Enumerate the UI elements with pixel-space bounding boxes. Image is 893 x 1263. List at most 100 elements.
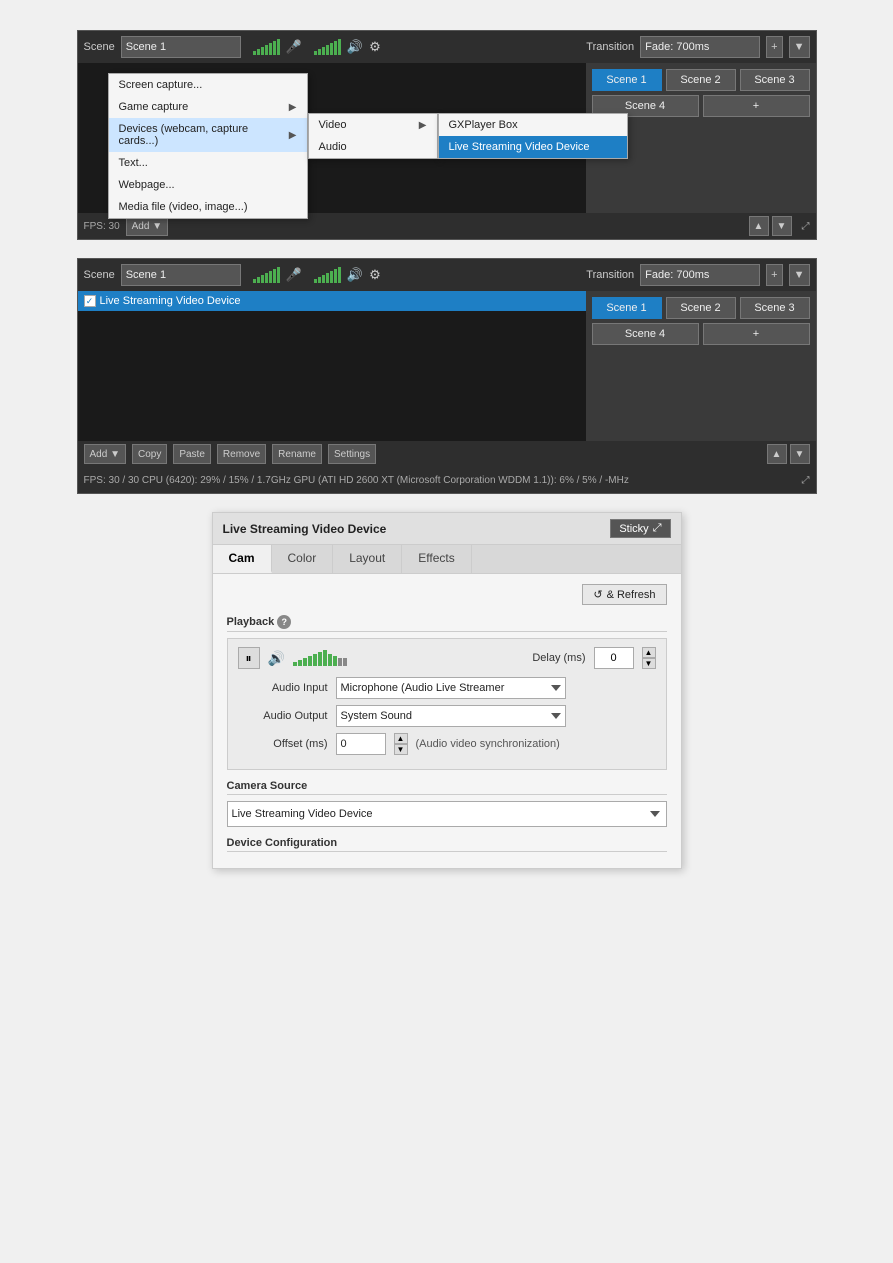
delay-label: Delay (ms): [532, 652, 585, 664]
settings-icon-1[interactable]: ⚙: [369, 39, 381, 55]
tab-color[interactable]: Color: [272, 545, 334, 573]
sources-copy-btn[interactable]: Copy: [132, 444, 167, 464]
add-source-btn-1[interactable]: Add ▼: [126, 216, 168, 236]
source-name: Live Streaming Video Device: [100, 295, 241, 307]
volume-icon-1: 🔊: [347, 39, 363, 55]
scene-add-btn[interactable]: +: [703, 95, 810, 117]
scene-row-4: Scene 4 +: [592, 323, 810, 345]
props-body: ↺ & Refresh Playback ? ⏸ 🔊: [213, 574, 681, 868]
scene-name-input-1[interactable]: [121, 36, 241, 58]
delay-down-btn[interactable]: ▼: [642, 658, 656, 669]
transition-add-btn-2[interactable]: +: [766, 264, 782, 286]
submenu-video-item[interactable]: Video ▶: [309, 114, 437, 136]
transition-menu-btn-2[interactable]: ▼: [789, 264, 810, 286]
sources-add-btn[interactable]: Add ▼: [84, 444, 126, 464]
volume-bars: [293, 650, 347, 666]
scene-btn-2[interactable]: Scene 2: [666, 69, 736, 91]
refresh-label: & Refresh: [607, 589, 656, 601]
audio-output-label: Audio Output: [238, 710, 328, 722]
settings-icon-2[interactable]: ⚙: [369, 267, 381, 283]
offset-input[interactable]: [336, 733, 386, 755]
transition-menu-btn-1[interactable]: ▼: [789, 36, 810, 58]
sources-settings-btn[interactable]: Settings: [328, 444, 376, 464]
tab-cam[interactable]: Cam: [213, 545, 272, 573]
transition-label-2: Transition: [586, 269, 634, 281]
delay-up-btn[interactable]: ▲: [642, 647, 656, 658]
context-menu: Screen capture... Game capture ▶ Devices…: [108, 73, 308, 219]
scene2-btn-1[interactable]: Scene 1: [592, 297, 662, 319]
source-down-btn-1[interactable]: ▼: [772, 216, 792, 236]
sources-up-btn[interactable]: ▲: [767, 444, 787, 464]
offset-label: Offset (ms): [238, 738, 328, 750]
camera-source-divider: Camera Source: [227, 780, 667, 795]
device-gxplayer[interactable]: GXPlayer Box: [439, 114, 627, 136]
device-live-streaming[interactable]: Live Streaming Video Device: [439, 136, 627, 158]
context-media[interactable]: Media file (video, image...): [109, 196, 307, 218]
scene-btn-3[interactable]: Scene 3: [740, 69, 810, 91]
page-container: Scene 🎤 🔊 ⚙ Transition + ▼: [0, 0, 893, 899]
mic-icon-2: 🎤: [286, 267, 302, 283]
playback-help-icon[interactable]: ?: [277, 615, 291, 629]
transition-label-1: Transition: [586, 41, 634, 53]
offset-up-btn[interactable]: ▲: [394, 733, 408, 744]
source-checkbox[interactable]: ✓: [84, 295, 96, 307]
offset-spinner: ▲ ▼: [394, 733, 408, 755]
sticky-btn[interactable]: Sticky ⤢: [610, 519, 670, 538]
audio-output-wrapper: System Sound: [336, 705, 656, 727]
playback-controls: ⏸ 🔊 Delay (ms) ▲ ▼: [238, 647, 656, 669]
delay-spinner: ▲ ▼: [642, 647, 656, 669]
signal-bars-2: [314, 39, 341, 55]
obs-footer-2: FPS: 30 / 30 CPU (6420): 29% / 15% / 1.7…: [78, 467, 816, 493]
props-header: Live Streaming Video Device Sticky ⤢: [213, 513, 681, 545]
sources-rename-btn[interactable]: Rename: [272, 444, 322, 464]
context-text[interactable]: Text...: [109, 152, 307, 174]
refresh-icon: ↺: [593, 588, 602, 601]
offset-down-btn[interactable]: ▼: [394, 744, 408, 755]
sources-down-btn[interactable]: ▼: [790, 444, 810, 464]
obs-panel-1: Scene 🎤 🔊 ⚙ Transition + ▼: [77, 30, 817, 240]
audio-input-label: Audio Input: [238, 682, 328, 694]
scene2-add-btn[interactable]: +: [703, 323, 810, 345]
resize-icon-3: ⤢: [653, 522, 662, 535]
playback-section: ⏸ 🔊 Delay (ms) ▲ ▼: [227, 638, 667, 770]
pause-btn[interactable]: ⏸: [238, 647, 260, 669]
props-tabs: Cam Color Layout Effects: [213, 545, 681, 574]
sources-remove-btn[interactable]: Remove: [217, 444, 266, 464]
sources-paste-btn[interactable]: Paste: [173, 444, 211, 464]
fps-text-1: FPS: 30: [84, 221, 120, 232]
audio-output-row: Audio Output System Sound: [238, 705, 656, 727]
scene-btn-1[interactable]: Scene 1: [592, 69, 662, 91]
delay-input[interactable]: [594, 647, 634, 669]
scene2-btn-4[interactable]: Scene 4: [592, 323, 699, 345]
source-item-live[interactable]: ✓ Live Streaming Video Device: [78, 291, 586, 311]
scene-name-input-2[interactable]: [121, 264, 241, 286]
scene-row-1: Scene 1 Scene 2 Scene 3: [592, 69, 810, 91]
audio-input-select[interactable]: Microphone (Audio Live Streamer: [336, 677, 566, 699]
camera-source-select[interactable]: Live Streaming Video Device: [227, 801, 667, 827]
audio-input-wrapper: Microphone (Audio Live Streamer: [336, 677, 656, 699]
refresh-btn[interactable]: ↺ & Refresh: [582, 584, 666, 605]
context-devices[interactable]: Devices (webcam, capture cards...) ▶: [109, 118, 307, 152]
obs-body-1: Screen capture... Game capture ▶ Devices…: [78, 63, 816, 213]
scene2-btn-2[interactable]: Scene 2: [666, 297, 736, 319]
scene2-btn-3[interactable]: Scene 3: [740, 297, 810, 319]
volume-icon-2: 🔊: [347, 267, 363, 283]
transition-add-btn-1[interactable]: +: [766, 36, 782, 58]
camera-source-row: Live Streaming Video Device: [227, 801, 667, 827]
context-screen-capture[interactable]: Screen capture...: [109, 74, 307, 96]
transition-select-2[interactable]: [640, 264, 760, 286]
fps-text-2: FPS: 30 / 30 CPU (6420): 29% / 15% / 1.7…: [84, 475, 629, 486]
playback-divider: Playback ?: [227, 615, 667, 632]
context-webpage[interactable]: Webpage...: [109, 174, 307, 196]
tab-effects[interactable]: Effects: [402, 545, 471, 573]
transition-select-1[interactable]: [640, 36, 760, 58]
tab-layout[interactable]: Layout: [333, 545, 402, 573]
scene-row-3: Scene 1 Scene 2 Scene 3: [592, 297, 810, 319]
submenu-audio-item[interactable]: Audio: [309, 136, 437, 158]
volume-btn[interactable]: 🔊: [268, 650, 285, 667]
context-game-capture[interactable]: Game capture ▶: [109, 96, 307, 118]
audio-input-row: Audio Input Microphone (Audio Live Strea…: [238, 677, 656, 699]
source-up-btn-1[interactable]: ▲: [749, 216, 769, 236]
audio-output-select[interactable]: System Sound: [336, 705, 566, 727]
scene-label-2: Scene: [84, 269, 115, 281]
